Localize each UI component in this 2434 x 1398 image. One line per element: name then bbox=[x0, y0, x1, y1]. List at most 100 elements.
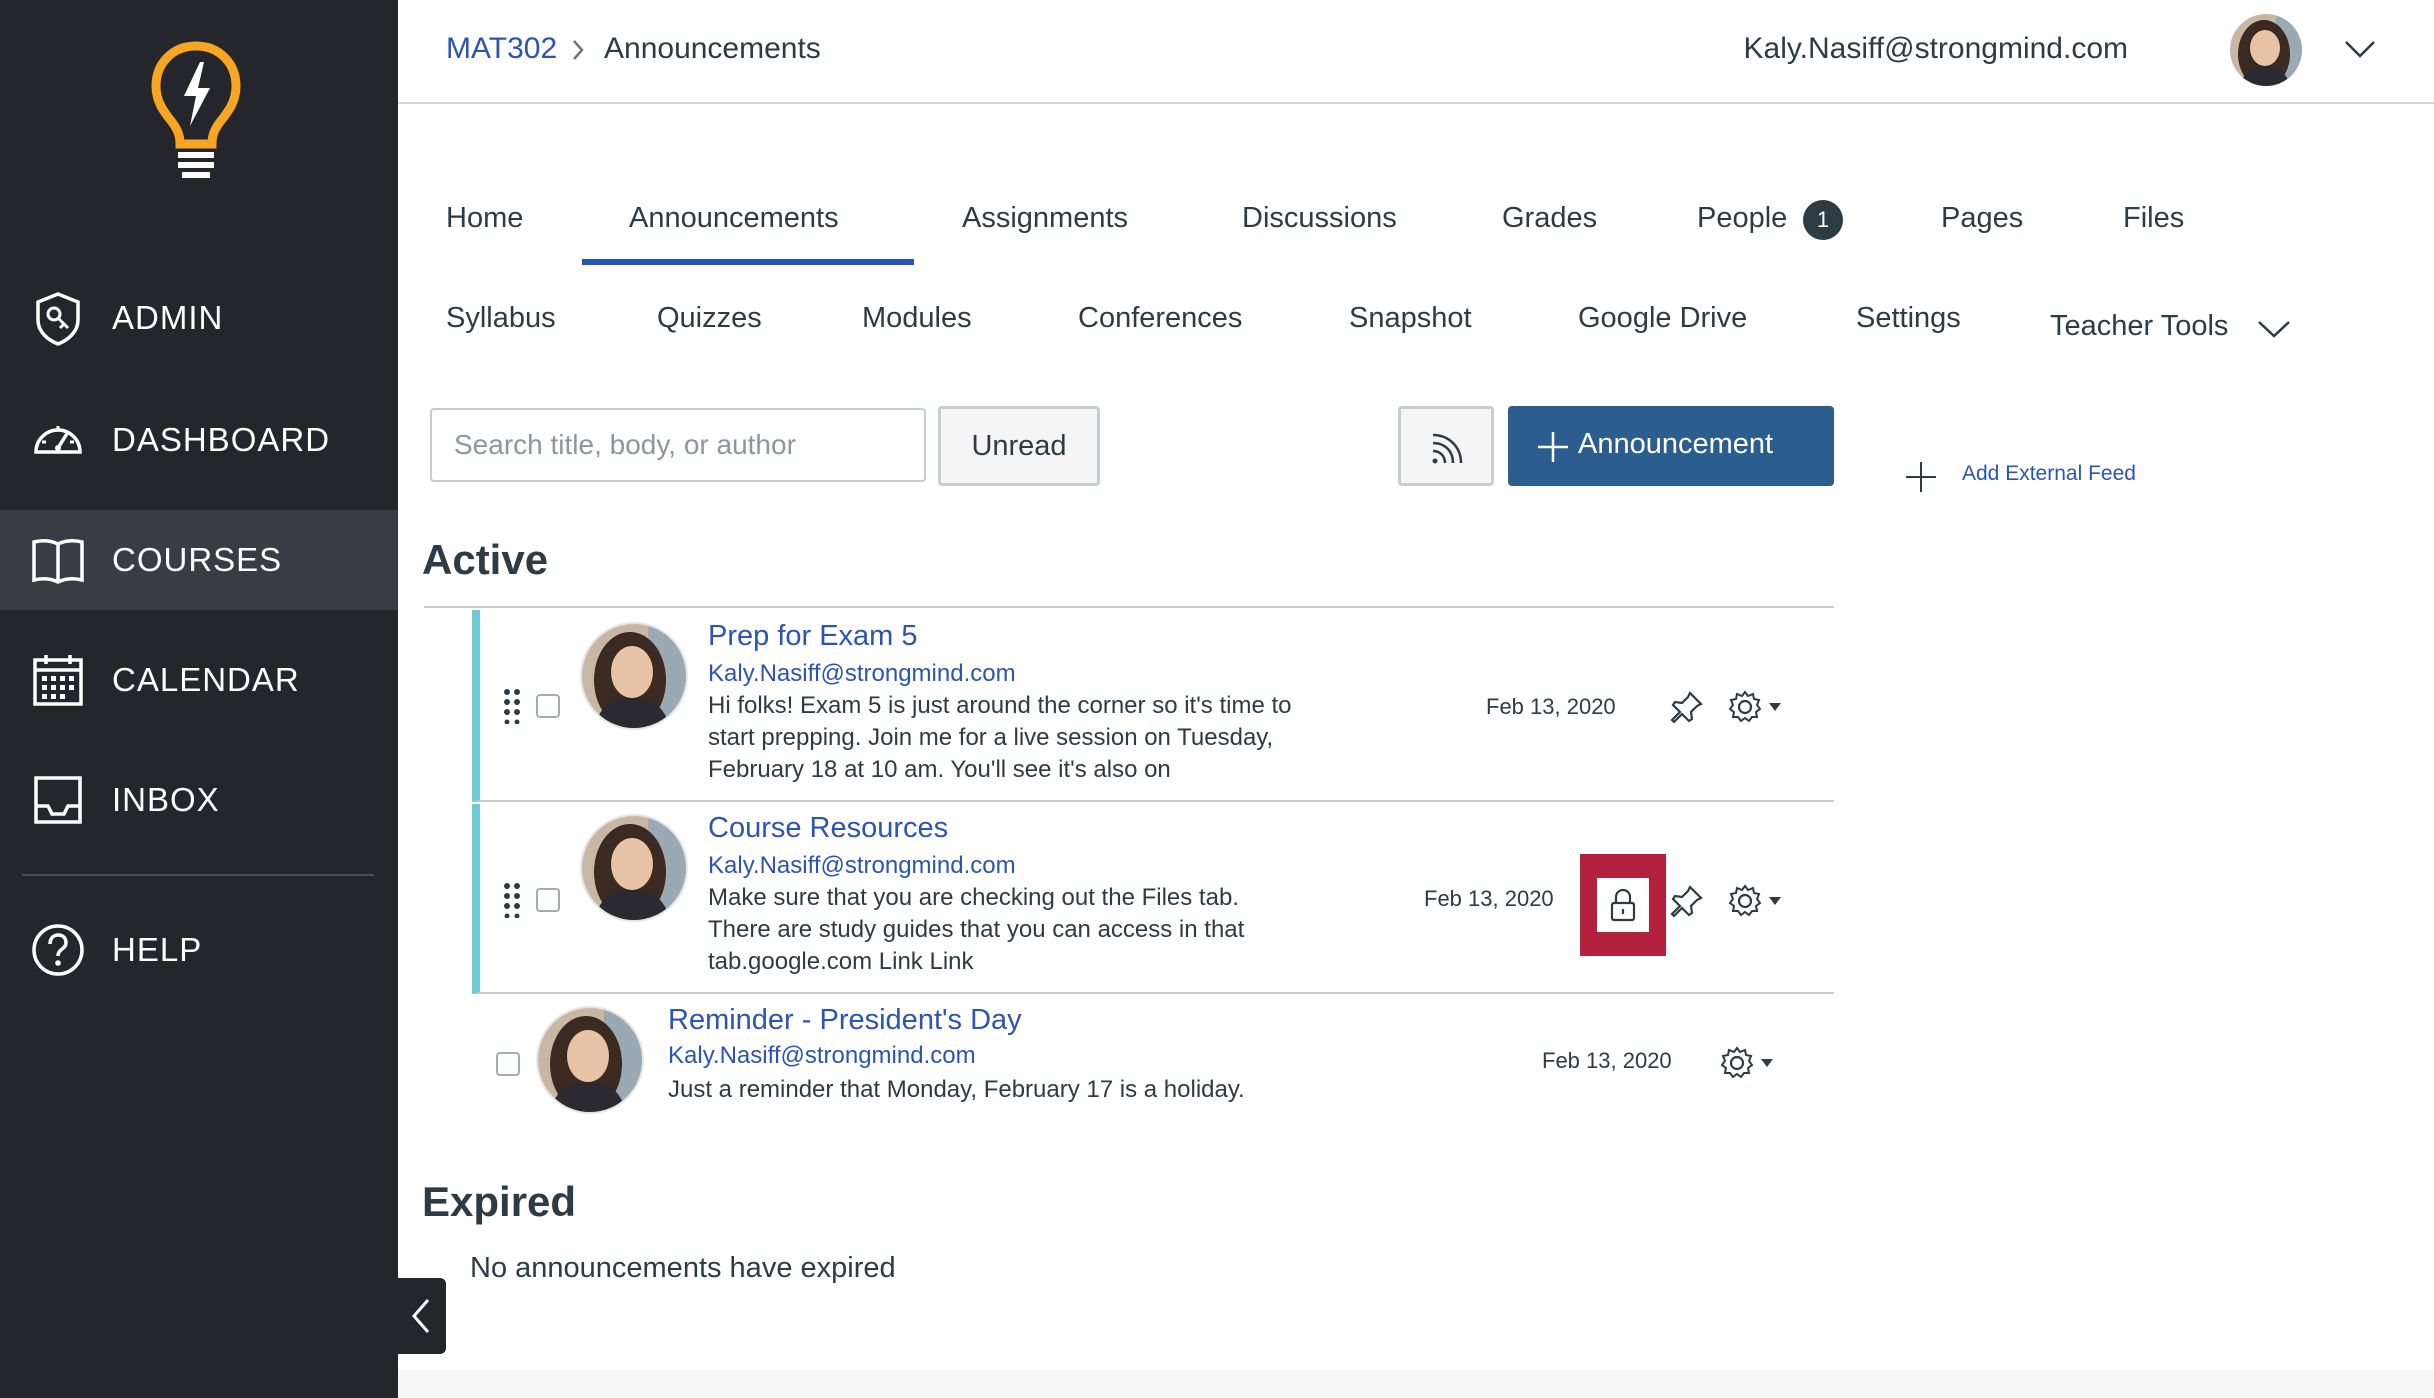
caret-down-icon bbox=[1769, 897, 1781, 905]
avatar bbox=[582, 624, 686, 728]
row-checkbox[interactable] bbox=[496, 1052, 520, 1076]
settings-menu-button[interactable] bbox=[1728, 884, 1788, 918]
user-email: Kaly.Nasiff@strongmind.com bbox=[1743, 32, 2128, 65]
tab-conferences[interactable]: Conferences bbox=[1078, 302, 1242, 335]
global-nav-sidebar: ADMIN DASHBOARD COURSES CALENDAR INBOX H… bbox=[0, 0, 398, 1398]
tab-teacher-tools[interactable]: Teacher Tools bbox=[2050, 310, 2228, 343]
unread-filter-button[interactable]: Unread bbox=[938, 406, 1100, 486]
announcement-body: Make sure that you are checking out the … bbox=[708, 884, 1245, 975]
caret-down-icon bbox=[1761, 1059, 1773, 1067]
announcement-date: Feb 13, 2020 bbox=[1424, 886, 1554, 911]
lock-highlight-inner bbox=[1597, 878, 1649, 932]
lock-icon bbox=[1610, 888, 1636, 922]
lightbulb-logo-icon[interactable] bbox=[150, 40, 242, 180]
gear-icon bbox=[1720, 1046, 1754, 1079]
page-header: MAT302 Announcements Kaly.Nasiff@strongm… bbox=[398, 0, 2434, 104]
chevron-left-icon bbox=[412, 1299, 430, 1333]
add-external-feed-label: Add External Feed bbox=[1962, 462, 2136, 485]
inbox-icon bbox=[34, 776, 82, 824]
rss-feed-button[interactable] bbox=[1398, 406, 1494, 486]
tab-modules[interactable]: Modules bbox=[862, 302, 972, 335]
row-checkbox[interactable] bbox=[536, 888, 560, 912]
tab-google-drive[interactable]: Google Drive bbox=[1578, 302, 1747, 335]
announcement-row[interactable]: Course Resources Kaly.Nasiff@strongmind.… bbox=[472, 804, 1834, 994]
gear-icon bbox=[1728, 690, 1762, 723]
row-checkbox[interactable] bbox=[536, 694, 560, 718]
breadcrumb-current-page: Announcements bbox=[604, 32, 821, 65]
announcement-body: Hi folks! Exam 5 is just around the corn… bbox=[708, 692, 1292, 783]
avatar[interactable] bbox=[2230, 14, 2302, 86]
nav-label: COURSES bbox=[112, 541, 283, 578]
nav-item-admin[interactable]: ADMIN bbox=[0, 268, 398, 368]
section-title-expired: Expired bbox=[422, 1178, 577, 1225]
nav-label: DASHBOARD bbox=[112, 421, 331, 458]
tab-settings[interactable]: Settings bbox=[1856, 302, 1961, 335]
search-input[interactable] bbox=[430, 408, 926, 482]
tab-pages[interactable]: Pages bbox=[1941, 202, 2023, 235]
announcement-date: Feb 13, 2020 bbox=[1486, 694, 1616, 719]
breadcrumb-course-link[interactable]: MAT302 bbox=[446, 32, 557, 66]
tab-home[interactable]: Home bbox=[446, 202, 523, 235]
nav-label: INBOX bbox=[112, 781, 220, 818]
nav-item-calendar[interactable]: CALENDAR bbox=[0, 630, 398, 730]
nav-item-help[interactable]: HELP bbox=[0, 900, 398, 1000]
announcement-date: Feb 13, 2020 bbox=[1542, 1048, 1672, 1073]
announcement-row[interactable]: Reminder - President's Day Kaly.Nasiff@s… bbox=[480, 996, 1834, 1126]
drag-handle-icon[interactable] bbox=[502, 688, 522, 724]
settings-menu-button[interactable] bbox=[1720, 1046, 1780, 1080]
chevron-down-icon[interactable] bbox=[2343, 38, 2377, 60]
expired-empty-message: No announcements have expired bbox=[470, 1252, 896, 1284]
page-footer-band bbox=[398, 1370, 2434, 1398]
active-tab-indicator bbox=[582, 259, 914, 265]
nav-label: CALENDAR bbox=[112, 661, 300, 698]
nav-item-dashboard[interactable]: DASHBOARD bbox=[0, 390, 398, 490]
calendar-icon bbox=[33, 655, 83, 706]
people-count-badge: 1 bbox=[1803, 200, 1843, 240]
avatar bbox=[538, 1008, 642, 1112]
tab-people[interactable]: People bbox=[1697, 202, 1787, 235]
plus-icon bbox=[1906, 462, 1936, 492]
tab-syllabus[interactable]: Syllabus bbox=[446, 302, 556, 335]
avatar bbox=[582, 816, 686, 920]
collapse-sidebar-button[interactable] bbox=[398, 1278, 446, 1354]
announcement-row[interactable]: Prep for Exam 5 Kaly.Nasiff@strongmind.c… bbox=[472, 610, 1834, 802]
announcement-title[interactable]: Prep for Exam 5 bbox=[708, 620, 918, 653]
settings-menu-button[interactable] bbox=[1728, 690, 1788, 724]
chevron-right-icon bbox=[573, 40, 584, 60]
plus-icon bbox=[1538, 432, 1568, 462]
announcement-author[interactable]: Kaly.Nasiff@strongmind.com bbox=[708, 660, 1016, 688]
pin-icon[interactable] bbox=[1670, 690, 1704, 724]
announcement-body: Just a reminder that Monday, February 17… bbox=[668, 1076, 1245, 1103]
tab-quizzes[interactable]: Quizzes bbox=[657, 302, 762, 335]
announcement-title[interactable]: Reminder - President's Day bbox=[668, 1004, 1022, 1037]
nav-item-inbox[interactable]: INBOX bbox=[0, 750, 398, 850]
announcement-author[interactable]: Kaly.Nasiff@strongmind.com bbox=[708, 852, 1016, 880]
nav-label: HELP bbox=[112, 931, 203, 968]
tab-snapshot[interactable]: Snapshot bbox=[1349, 302, 1472, 335]
announcement-title[interactable]: Course Resources bbox=[708, 812, 948, 845]
tab-assignments[interactable]: Assignments bbox=[962, 202, 1128, 235]
tab-grades[interactable]: Grades bbox=[1502, 202, 1597, 235]
help-circle-icon bbox=[32, 924, 84, 976]
drag-handle-icon[interactable] bbox=[502, 882, 522, 918]
nav-label: ADMIN bbox=[112, 299, 224, 336]
dashboard-gauge-icon bbox=[34, 426, 82, 454]
chevron-down-icon[interactable] bbox=[2256, 318, 2292, 340]
nav-item-courses[interactable]: COURSES bbox=[0, 510, 398, 610]
caret-down-icon bbox=[1769, 703, 1781, 711]
add-announcement-label: Announcement bbox=[1578, 428, 1774, 460]
tab-announcements[interactable]: Announcements bbox=[629, 202, 839, 235]
announcement-author[interactable]: Kaly.Nasiff@strongmind.com bbox=[668, 1042, 976, 1070]
section-divider bbox=[424, 606, 1834, 608]
add-announcement-button[interactable]: Announcement bbox=[1508, 406, 1834, 486]
rss-icon bbox=[1432, 433, 1463, 464]
pin-icon[interactable] bbox=[1670, 884, 1704, 918]
admin-shield-icon bbox=[36, 292, 80, 346]
book-icon bbox=[32, 538, 84, 584]
tab-files[interactable]: Files bbox=[2123, 202, 2184, 235]
tab-discussions[interactable]: Discussions bbox=[1242, 202, 1397, 235]
gear-icon bbox=[1728, 884, 1762, 917]
lock-button[interactable] bbox=[1580, 854, 1666, 956]
section-title-active: Active bbox=[422, 536, 549, 583]
sidebar-divider bbox=[22, 874, 374, 876]
